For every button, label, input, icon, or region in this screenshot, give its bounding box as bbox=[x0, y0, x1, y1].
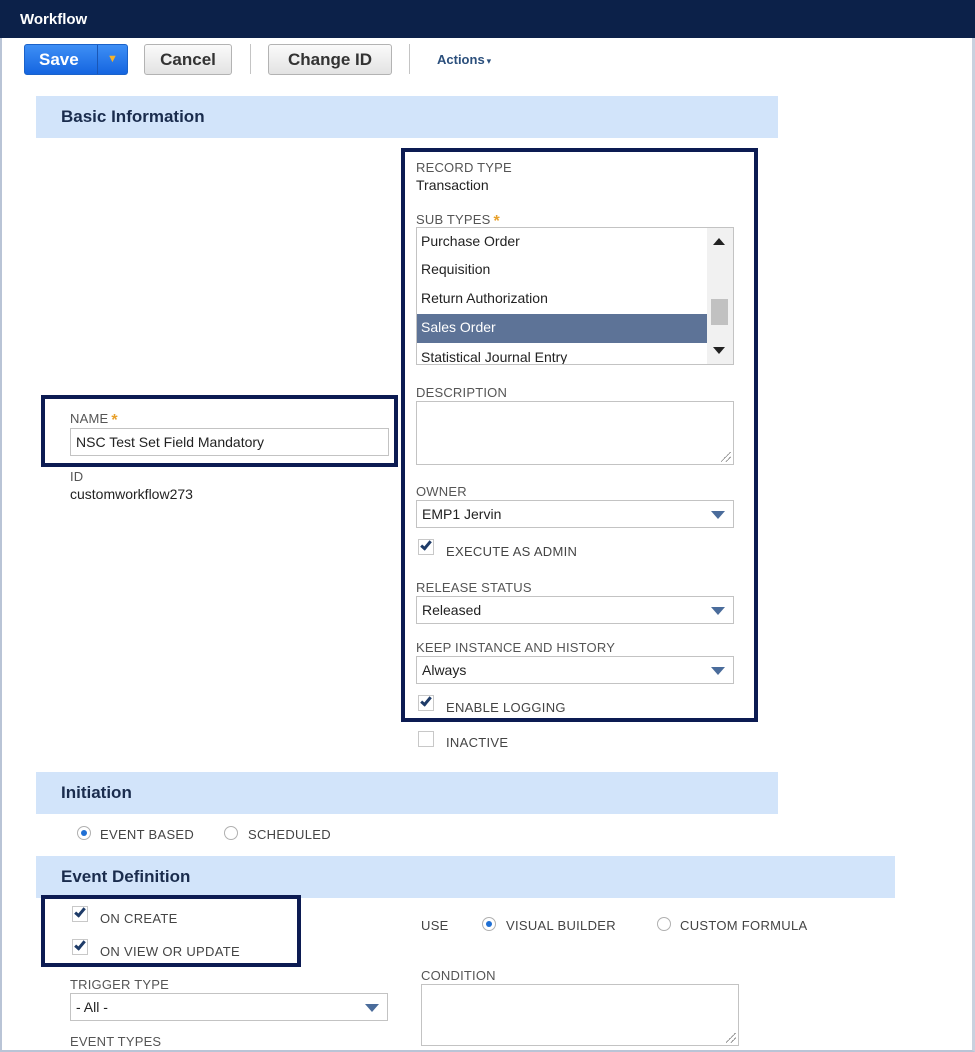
condition-textarea[interactable] bbox=[421, 984, 739, 1046]
description-label: DESCRIPTION bbox=[416, 385, 508, 400]
checkmark-icon bbox=[74, 938, 86, 951]
resize-grip-icon[interactable] bbox=[726, 1033, 736, 1043]
keep-instance-label: KEEP INSTANCE AND HISTORY bbox=[416, 640, 616, 655]
actions-label: Actions bbox=[437, 52, 485, 67]
save-button-label: Save bbox=[39, 50, 79, 69]
id-value: customworkflow273 bbox=[70, 486, 193, 502]
visual-builder-radio[interactable] bbox=[482, 917, 496, 931]
save-button[interactable]: Save ▼ bbox=[24, 44, 128, 75]
resize-grip-icon[interactable] bbox=[721, 452, 731, 462]
checkmark-icon bbox=[74, 905, 86, 918]
change-id-button[interactable]: Change ID bbox=[268, 44, 392, 75]
actions-menu[interactable]: Actions ▾ bbox=[437, 52, 491, 67]
event-types-label: EVENT TYPES bbox=[70, 1034, 162, 1049]
chevron-down-icon: ▾ bbox=[486, 56, 492, 66]
chevron-down-icon bbox=[711, 607, 725, 615]
owner-label: OWNER bbox=[416, 484, 467, 499]
save-menu-caret-icon[interactable]: ▼ bbox=[97, 45, 127, 74]
execute-as-admin-label: EXECUTE AS ADMIN bbox=[446, 544, 578, 559]
keep-instance-value: Always bbox=[422, 662, 467, 678]
list-item[interactable]: Requisition bbox=[417, 256, 708, 285]
section-basic-information: Basic Information bbox=[36, 96, 778, 138]
section-event-definition: Event Definition bbox=[36, 856, 895, 898]
trigger-type-label: TRIGGER TYPE bbox=[70, 977, 169, 992]
release-status-label: RELEASE STATUS bbox=[416, 580, 532, 595]
enable-logging-label: ENABLE LOGGING bbox=[446, 700, 566, 715]
toolbar-divider bbox=[250, 44, 251, 74]
trigger-type-select[interactable]: - All - bbox=[70, 993, 388, 1021]
scroll-up-icon[interactable] bbox=[713, 238, 725, 245]
listbox-scrollbar[interactable] bbox=[707, 228, 733, 364]
on-create-label: ON CREATE bbox=[100, 911, 178, 926]
keep-instance-select[interactable]: Always bbox=[416, 656, 734, 684]
chevron-down-icon bbox=[365, 1004, 379, 1012]
sub-types-listbox[interactable]: Purchase Order Requisition Return Author… bbox=[416, 227, 734, 365]
description-textarea[interactable] bbox=[416, 401, 734, 465]
toolbar: Save ▼ Cancel Change ID Actions ▾ bbox=[0, 38, 975, 88]
scheduled-radio[interactable] bbox=[224, 826, 238, 840]
id-label: ID bbox=[70, 469, 84, 484]
condition-label: CONDITION bbox=[421, 968, 496, 983]
checkmark-icon bbox=[420, 694, 432, 707]
chevron-down-icon bbox=[711, 667, 725, 675]
record-type-label: RECORD TYPE bbox=[416, 160, 512, 175]
section-initiation: Initiation bbox=[36, 772, 778, 814]
enable-logging-checkbox[interactable] bbox=[418, 694, 434, 711]
trigger-type-value: - All - bbox=[76, 999, 108, 1015]
scroll-down-icon[interactable] bbox=[713, 347, 725, 354]
list-item[interactable]: Statistical Journal Entry bbox=[417, 344, 708, 364]
scrollbar-thumb[interactable] bbox=[711, 299, 728, 325]
list-item-selected[interactable]: Sales Order bbox=[417, 314, 708, 343]
execute-as-admin-checkbox[interactable] bbox=[418, 538, 434, 555]
event-based-label: EVENT BASED bbox=[100, 827, 195, 842]
on-view-or-update-label: ON VIEW OR UPDATE bbox=[100, 944, 240, 959]
on-create-checkbox[interactable] bbox=[72, 905, 88, 922]
owner-select[interactable]: EMP1 Jervin bbox=[416, 500, 734, 528]
custom-formula-label: CUSTOM FORMULA bbox=[680, 918, 808, 933]
release-status-value: Released bbox=[422, 602, 482, 618]
inactive-label: INACTIVE bbox=[446, 735, 509, 750]
list-item[interactable]: Return Authorization bbox=[417, 285, 708, 314]
owner-value: EMP1 Jervin bbox=[422, 506, 502, 522]
inactive-checkbox[interactable] bbox=[418, 731, 434, 747]
event-based-radio[interactable] bbox=[77, 826, 91, 840]
required-asterisk: * bbox=[111, 412, 118, 429]
visual-builder-label: VISUAL BUILDER bbox=[506, 918, 616, 933]
cancel-button[interactable]: Cancel bbox=[144, 44, 232, 75]
on-view-or-update-checkbox[interactable] bbox=[72, 938, 88, 955]
window-title: Workflow bbox=[0, 0, 975, 38]
list-item[interactable]: Purchase Order bbox=[417, 228, 708, 257]
release-status-select[interactable]: Released bbox=[416, 596, 734, 624]
custom-formula-radio[interactable] bbox=[657, 917, 671, 931]
use-label: USE bbox=[421, 918, 449, 933]
record-type-value: Transaction bbox=[416, 177, 489, 193]
name-input[interactable]: NSC Test Set Field Mandatory bbox=[70, 428, 389, 456]
checkmark-icon bbox=[420, 538, 432, 551]
toolbar-divider bbox=[409, 44, 410, 74]
chevron-down-icon bbox=[711, 511, 725, 519]
name-label: NAME * bbox=[70, 411, 118, 429]
scheduled-label: SCHEDULED bbox=[248, 827, 331, 842]
